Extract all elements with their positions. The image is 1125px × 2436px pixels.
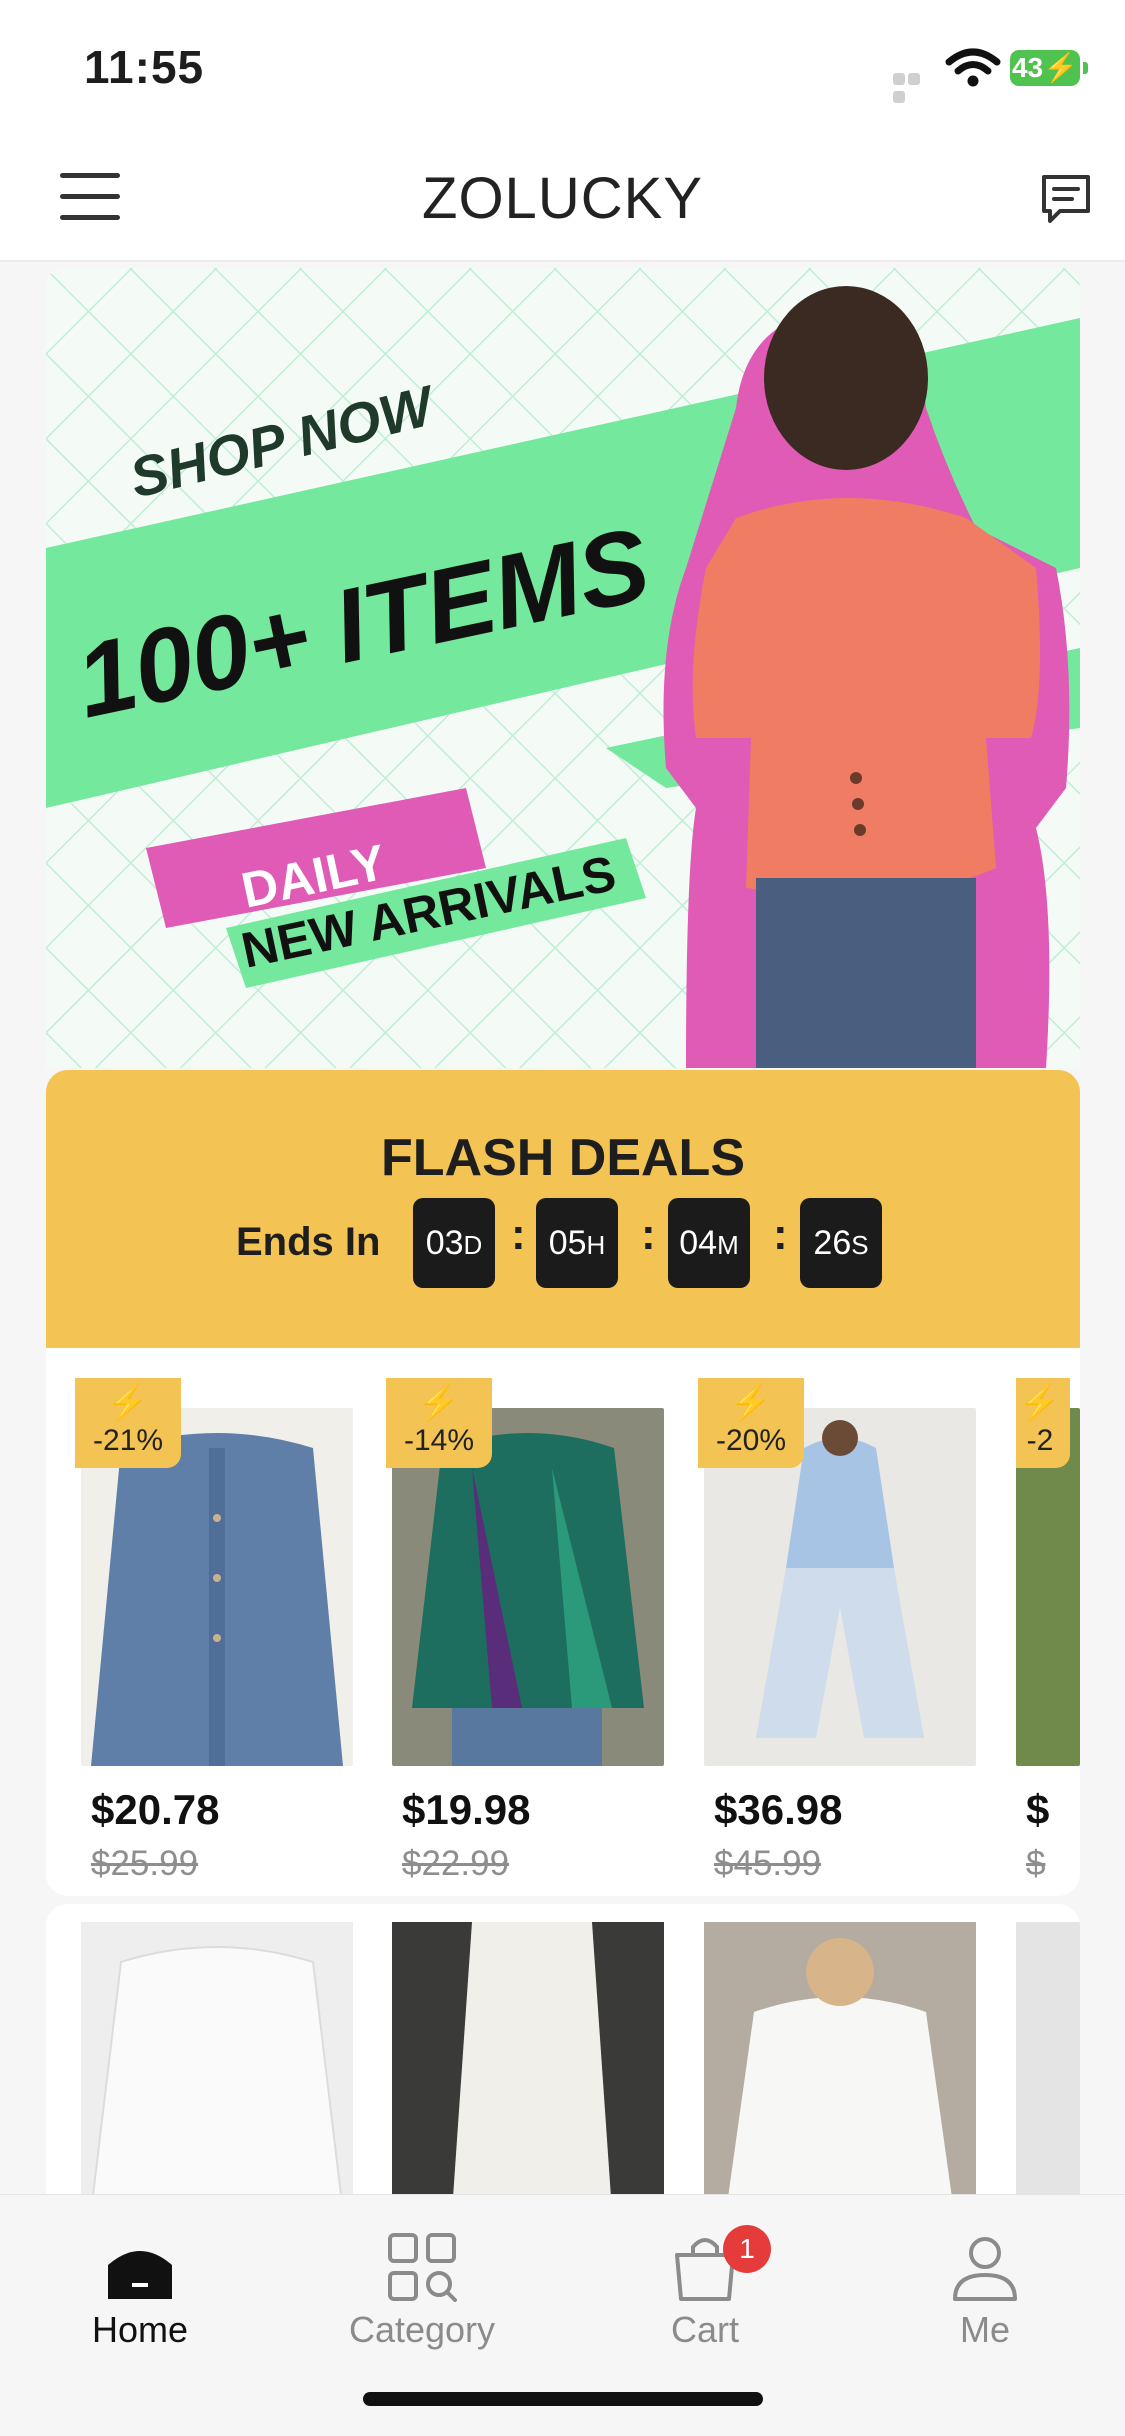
timer-separator: : <box>773 1210 788 1259</box>
product-original-price: $ <box>1026 1844 1046 1883</box>
discount-badge: ⚡ -21% <box>75 1378 181 1468</box>
timer-separator: : <box>511 1210 526 1259</box>
product-price: $19.98 <box>402 1786 531 1833</box>
timer-minutes: 04M <box>668 1198 750 1288</box>
home-icon <box>108 2251 172 2299</box>
product-image[interactable] <box>81 1922 353 2194</box>
flash-icon: ⚡ <box>106 1384 150 1422</box>
cellular-signal-icon <box>893 72 935 103</box>
ends-in-label: Ends In <box>236 1220 381 1264</box>
product-image[interactable] <box>392 1922 664 2194</box>
promo-banner[interactable]: SHOP NOW 100+ ITEMS DAILY NEW ARRIVALS <box>46 268 1080 1068</box>
discount-badge: ⚡ -20% <box>698 1378 804 1468</box>
tab-label: Home <box>91 2309 189 2350</box>
product-original-price: $22.99 <box>402 1844 510 1883</box>
flash-deals-section[interactable]: FLASH DEALS Ends In 03D : 05H : 04M : 26… <box>46 1070 1080 1348</box>
product-price: $20.78 <box>91 1786 220 1833</box>
flash-icon: ⚡ <box>417 1384 461 1422</box>
message-icon[interactable] <box>1038 171 1094 227</box>
wifi-icon <box>945 48 1001 87</box>
tab-label: Category <box>348 2309 496 2350</box>
person-icon <box>953 2237 1017 2301</box>
flash-icon: ⚡ <box>729 1384 773 1422</box>
timer-seconds: 26S <box>800 1198 882 1288</box>
discount-badge: ⚡ -14% <box>386 1378 492 1468</box>
flash-deals-products[interactable]: ⚡ -21% $20.78 $25.99 ⚡ -14% $19.98 $22.99 <box>46 1348 1080 1896</box>
status-bar: 11:55 43⚡ <box>0 0 1125 135</box>
status-time: 11:55 <box>84 41 205 93</box>
app-header: ZOLUCKY <box>0 135 1125 262</box>
tab-home[interactable]: Home <box>40 2231 240 2351</box>
product-original-price: $25.99 <box>91 1844 199 1883</box>
timer-hours: 05H <box>536 1198 618 1288</box>
battery-level: 43 <box>1011 52 1044 83</box>
battery-icon: 43⚡ <box>1010 50 1088 86</box>
brand-title: ZOLUCKY <box>422 166 703 231</box>
product-image[interactable] <box>704 1922 976 2194</box>
timer-days: 03D <box>413 1198 495 1288</box>
tab-label: Cart <box>670 2309 739 2350</box>
product-original-price: $45.99 <box>714 1844 822 1883</box>
cart-count-badge: 1 <box>723 2225 771 2273</box>
product-card[interactable]: ⚡ -2 $ $ <box>1016 1378 1080 1896</box>
product-image[interactable] <box>1016 1922 1080 2194</box>
tab-cart[interactable]: 1 Cart <box>605 2225 805 2351</box>
tab-category[interactable]: Category <box>322 2231 522 2351</box>
timer-separator: : <box>641 1210 656 1259</box>
category-icon <box>388 2233 457 2302</box>
flash-deals-title: FLASH DEALS <box>381 1129 745 1187</box>
product-price: $ <box>1026 1786 1050 1833</box>
tab-label: Me <box>959 2309 1010 2350</box>
recommended-products[interactable] <box>46 1904 1080 2194</box>
discount-badge: ⚡ -2 <box>1016 1378 1070 1468</box>
tab-me[interactable]: Me <box>885 2231 1085 2351</box>
product-price: $36.98 <box>714 1786 843 1833</box>
flash-icon: ⚡ <box>1018 1384 1062 1422</box>
home-indicator <box>363 2392 763 2406</box>
